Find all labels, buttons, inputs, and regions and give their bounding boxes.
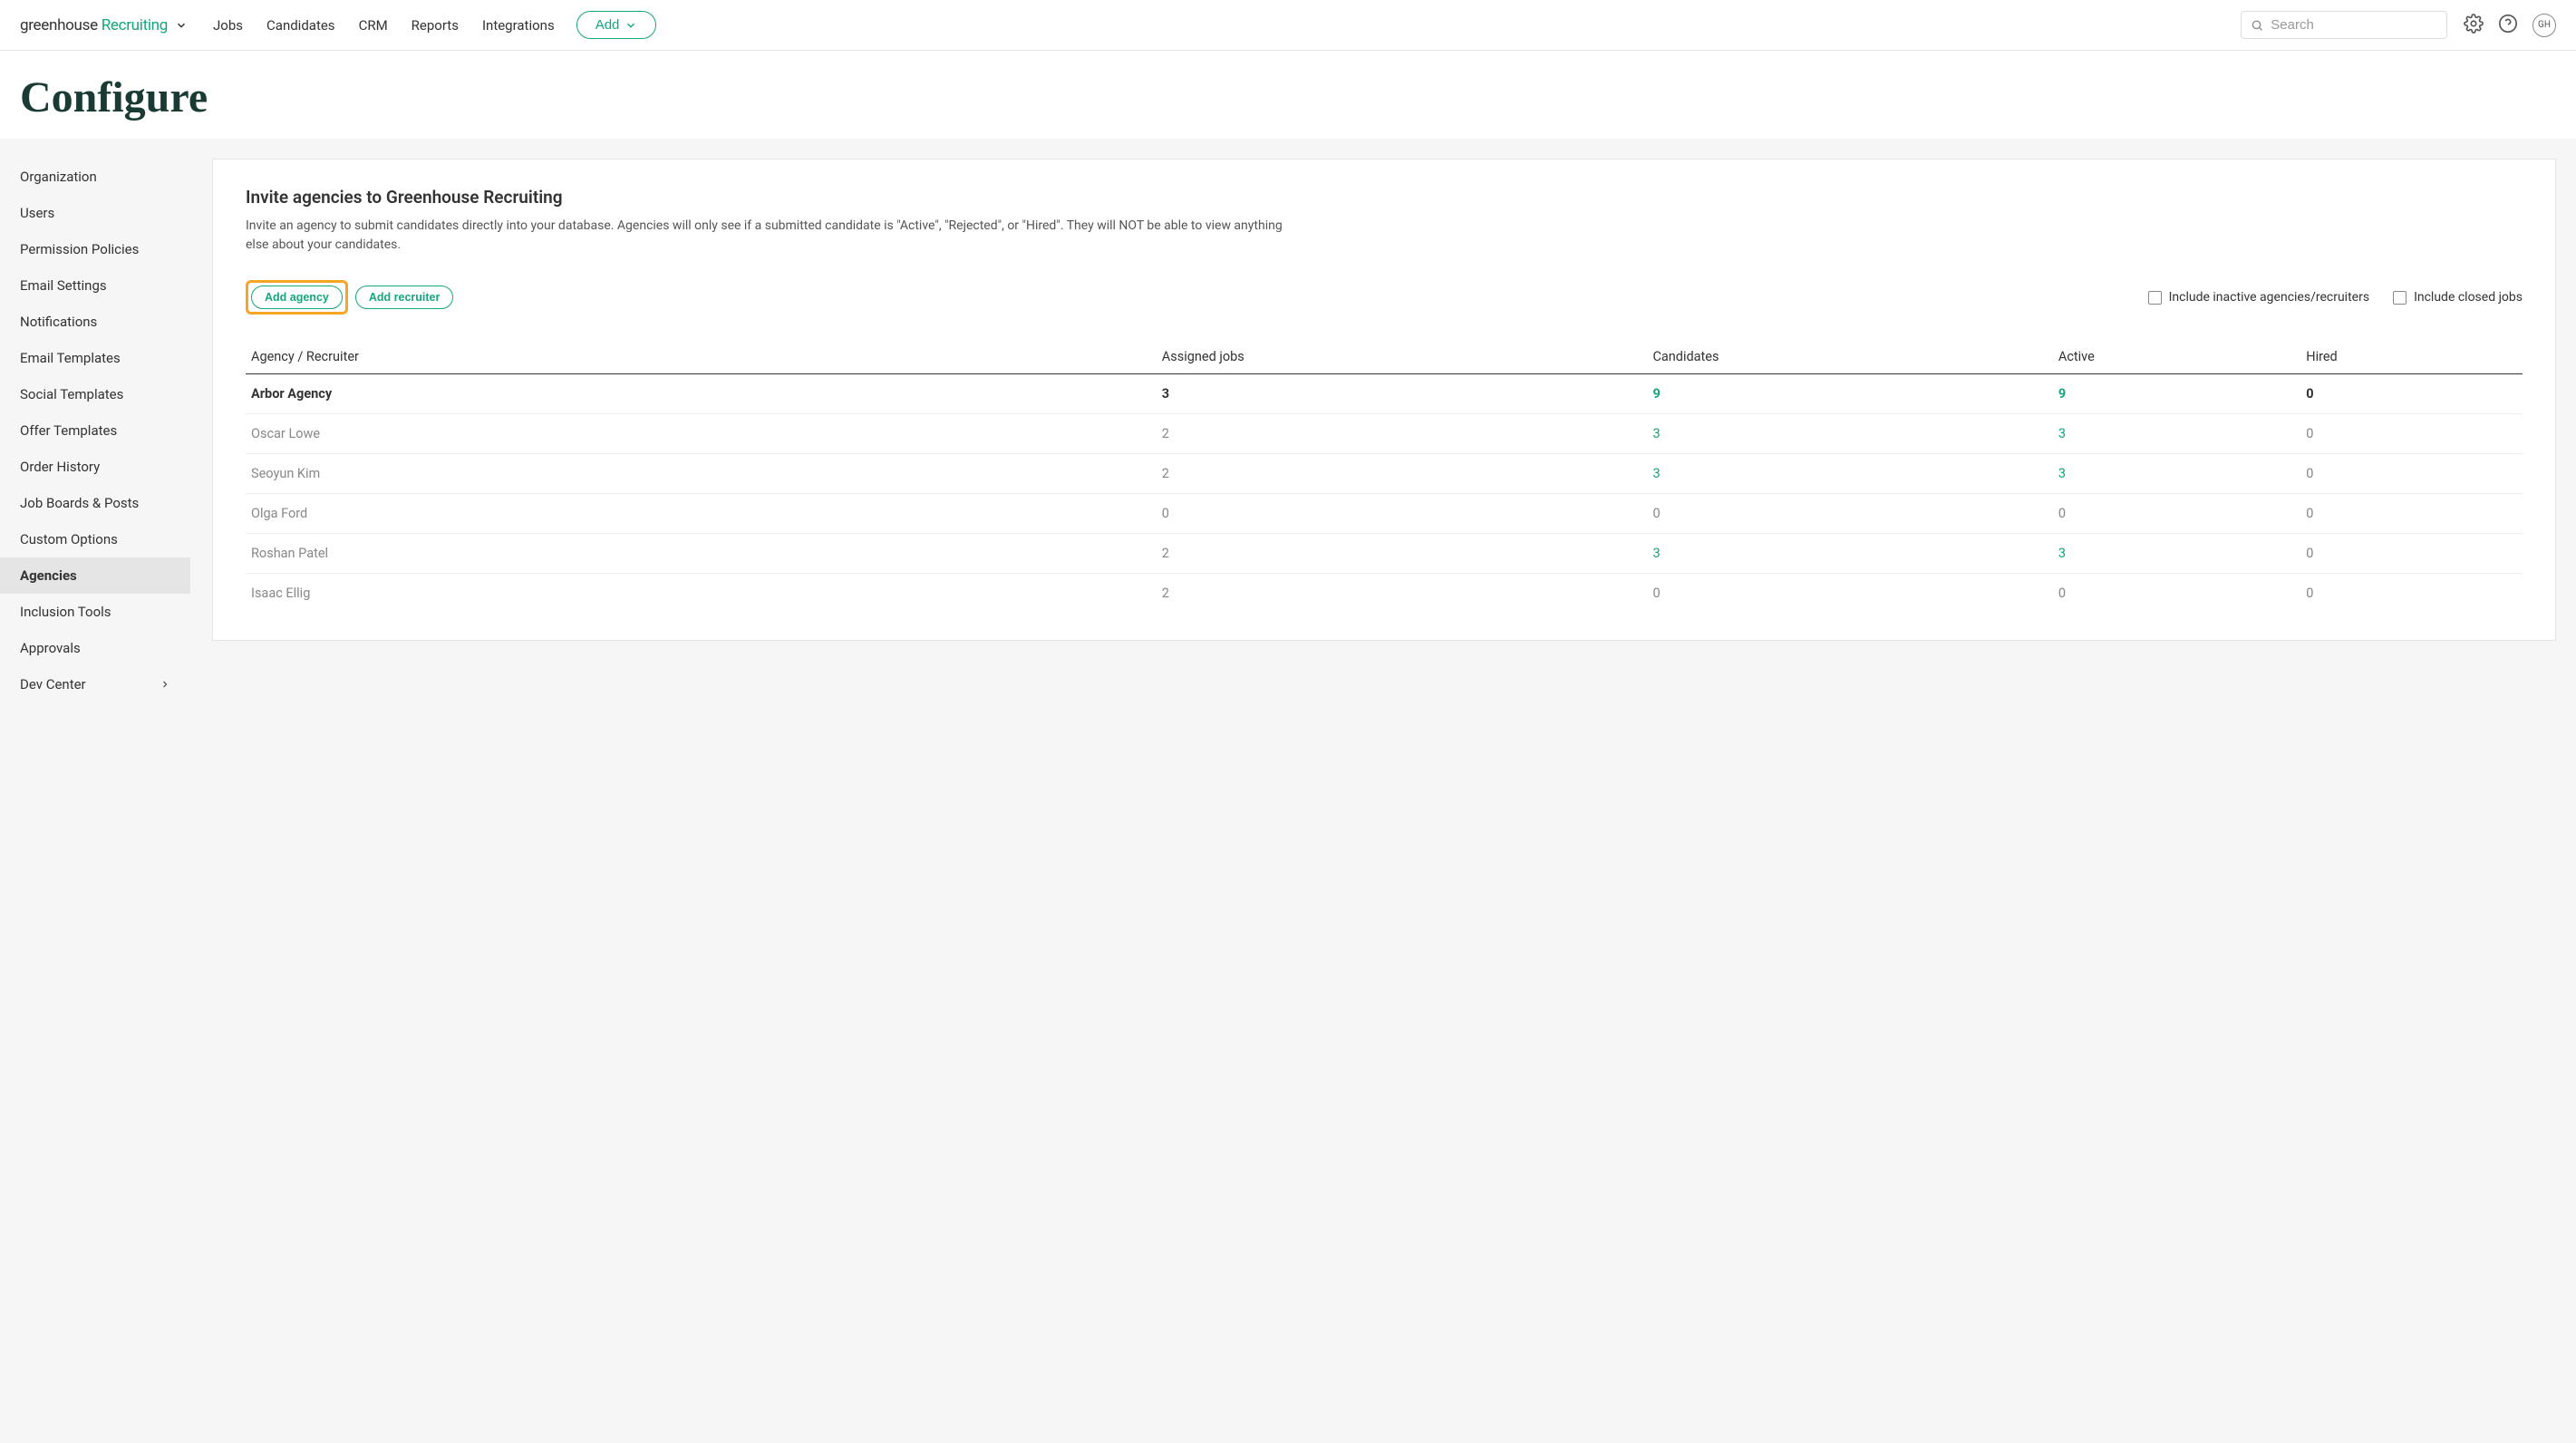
- logo-dropdown[interactable]: greenhouse Recruiting: [20, 16, 188, 34]
- cell-active: 3: [2053, 414, 2300, 454]
- sidebar-item-users[interactable]: Users: [0, 195, 190, 231]
- cell-assigned: 0: [1157, 494, 1648, 534]
- panel-title: Invite agencies to Greenhouse Recruiting: [246, 187, 2523, 208]
- cell-candidates: 3: [1647, 534, 2052, 574]
- panel-description: Invite an agency to submit candidates di…: [246, 217, 1288, 255]
- sidebar-item-social-templates[interactable]: Social Templates: [0, 376, 190, 412]
- search-box[interactable]: [2241, 11, 2447, 39]
- cell-name: Seoyun Kim: [246, 454, 1157, 494]
- col-agency-recruiter: Agency / Recruiter: [246, 340, 1157, 374]
- cell-name: Isaac Ellig: [246, 574, 1157, 614]
- nav-jobs[interactable]: Jobs: [209, 12, 247, 39]
- col-active: Active: [2053, 340, 2300, 374]
- add-button-label: Add: [596, 17, 620, 33]
- agencies-table: Agency / Recruiter Assigned jobs Candida…: [246, 340, 2523, 613]
- sidebar-item-order-history[interactable]: Order History: [0, 449, 190, 485]
- search-input[interactable]: [2271, 17, 2437, 33]
- cell-name: Arbor Agency: [246, 374, 1157, 414]
- settings-button[interactable]: [2464, 14, 2484, 37]
- cell-candidates: 3: [1647, 454, 2052, 494]
- logo-left: greenhouse: [20, 16, 98, 34]
- col-hired: Hired: [2300, 340, 2523, 374]
- search-icon: [2251, 18, 2263, 33]
- nav-crm[interactable]: CRM: [355, 12, 392, 39]
- table-row[interactable]: Isaac Ellig2000: [246, 574, 2523, 614]
- cell-name: Roshan Patel: [246, 534, 1157, 574]
- nav-candidates[interactable]: Candidates: [263, 12, 339, 39]
- actions-row: Add agency Add recruiter Include inactiv…: [246, 280, 2523, 315]
- chevron-right-icon: [160, 679, 170, 690]
- sidebar-item-email-templates[interactable]: Email Templates: [0, 340, 190, 376]
- checkbox-icon: [2148, 291, 2162, 305]
- cell-active: 3: [2053, 534, 2300, 574]
- cell-name: Olga Ford: [246, 494, 1157, 534]
- sidebar-item-organization[interactable]: Organization: [0, 159, 190, 195]
- sidebar-item-custom-options[interactable]: Custom Options: [0, 521, 190, 557]
- top-nav: greenhouse Recruiting Jobs Candidates CR…: [0, 0, 2576, 51]
- sidebar-item-offer-templates[interactable]: Offer Templates: [0, 412, 190, 449]
- table-row[interactable]: Olga Ford0000: [246, 494, 2523, 534]
- nav-reports[interactable]: Reports: [408, 12, 462, 39]
- add-button[interactable]: Add: [576, 11, 657, 39]
- gear-icon: [2464, 14, 2484, 34]
- nav-links: Jobs Candidates CRM Reports Integrations: [209, 12, 558, 39]
- sidebar-item-job-boards-posts[interactable]: Job Boards & Posts: [0, 485, 190, 521]
- cell-hired: 0: [2300, 374, 2523, 414]
- cell-hired: 0: [2300, 574, 2523, 614]
- sidebar-item-email-settings[interactable]: Email Settings: [0, 267, 190, 304]
- help-button[interactable]: [2498, 14, 2518, 37]
- sidebar-item-agencies[interactable]: Agencies: [0, 557, 190, 594]
- cell-assigned: 2: [1157, 414, 1648, 454]
- table-row[interactable]: Arbor Agency3990: [246, 374, 2523, 414]
- agencies-panel: Invite agencies to Greenhouse Recruiting…: [212, 159, 2556, 641]
- cell-active: 0: [2053, 494, 2300, 534]
- cell-active: 9: [2053, 374, 2300, 414]
- include-closed-label: Include closed jobs: [2414, 290, 2523, 305]
- sidebar-item-permission-policies[interactable]: Permission Policies: [0, 231, 190, 267]
- cell-active: 3: [2053, 454, 2300, 494]
- col-candidates: Candidates: [1647, 340, 2052, 374]
- include-inactive-checkbox[interactable]: Include inactive agencies/recruiters: [2148, 290, 2369, 305]
- sidebar-item-approvals[interactable]: Approvals: [0, 630, 190, 666]
- logo-right: Recruiting: [102, 16, 168, 34]
- avatar[interactable]: GH: [2532, 14, 2556, 37]
- cell-active: 0: [2053, 574, 2300, 614]
- cell-assigned: 3: [1157, 374, 1648, 414]
- cell-hired: 0: [2300, 494, 2523, 534]
- checkbox-icon: [2393, 291, 2407, 305]
- cell-hired: 0: [2300, 414, 2523, 454]
- help-icon: [2498, 14, 2518, 34]
- cell-name: Oscar Lowe: [246, 414, 1157, 454]
- add-recruiter-button[interactable]: Add recruiter: [355, 286, 454, 309]
- cell-assigned: 2: [1157, 454, 1648, 494]
- sidebar-item-notifications[interactable]: Notifications: [0, 304, 190, 340]
- page-title: Configure: [0, 51, 2576, 139]
- chevron-down-icon: [625, 19, 637, 32]
- cell-candidates: 0: [1647, 574, 2052, 614]
- chevron-down-icon: [175, 19, 188, 32]
- include-closed-checkbox[interactable]: Include closed jobs: [2393, 290, 2523, 305]
- cell-candidates: 0: [1647, 494, 2052, 534]
- sidebar-item-dev-center[interactable]: Dev Center: [0, 666, 190, 702]
- include-inactive-label: Include inactive agencies/recruiters: [2169, 290, 2369, 305]
- cell-assigned: 2: [1157, 574, 1648, 614]
- table-row[interactable]: Roshan Patel2330: [246, 534, 2523, 574]
- table-row[interactable]: Seoyun Kim2330: [246, 454, 2523, 494]
- add-agency-button[interactable]: Add agency: [251, 286, 343, 309]
- col-assigned-jobs: Assigned jobs: [1157, 340, 1648, 374]
- sidebar: Organization Users Permission Policies E…: [0, 159, 190, 702]
- sidebar-item-inclusion-tools[interactable]: Inclusion Tools: [0, 594, 190, 630]
- cell-candidates: 9: [1647, 374, 2052, 414]
- table-row[interactable]: Oscar Lowe2330: [246, 414, 2523, 454]
- nav-integrations[interactable]: Integrations: [479, 12, 558, 39]
- cell-candidates: 3: [1647, 414, 2052, 454]
- cell-hired: 0: [2300, 454, 2523, 494]
- cell-assigned: 2: [1157, 534, 1648, 574]
- cell-hired: 0: [2300, 534, 2523, 574]
- highlight-add-agency: Add agency: [246, 280, 348, 315]
